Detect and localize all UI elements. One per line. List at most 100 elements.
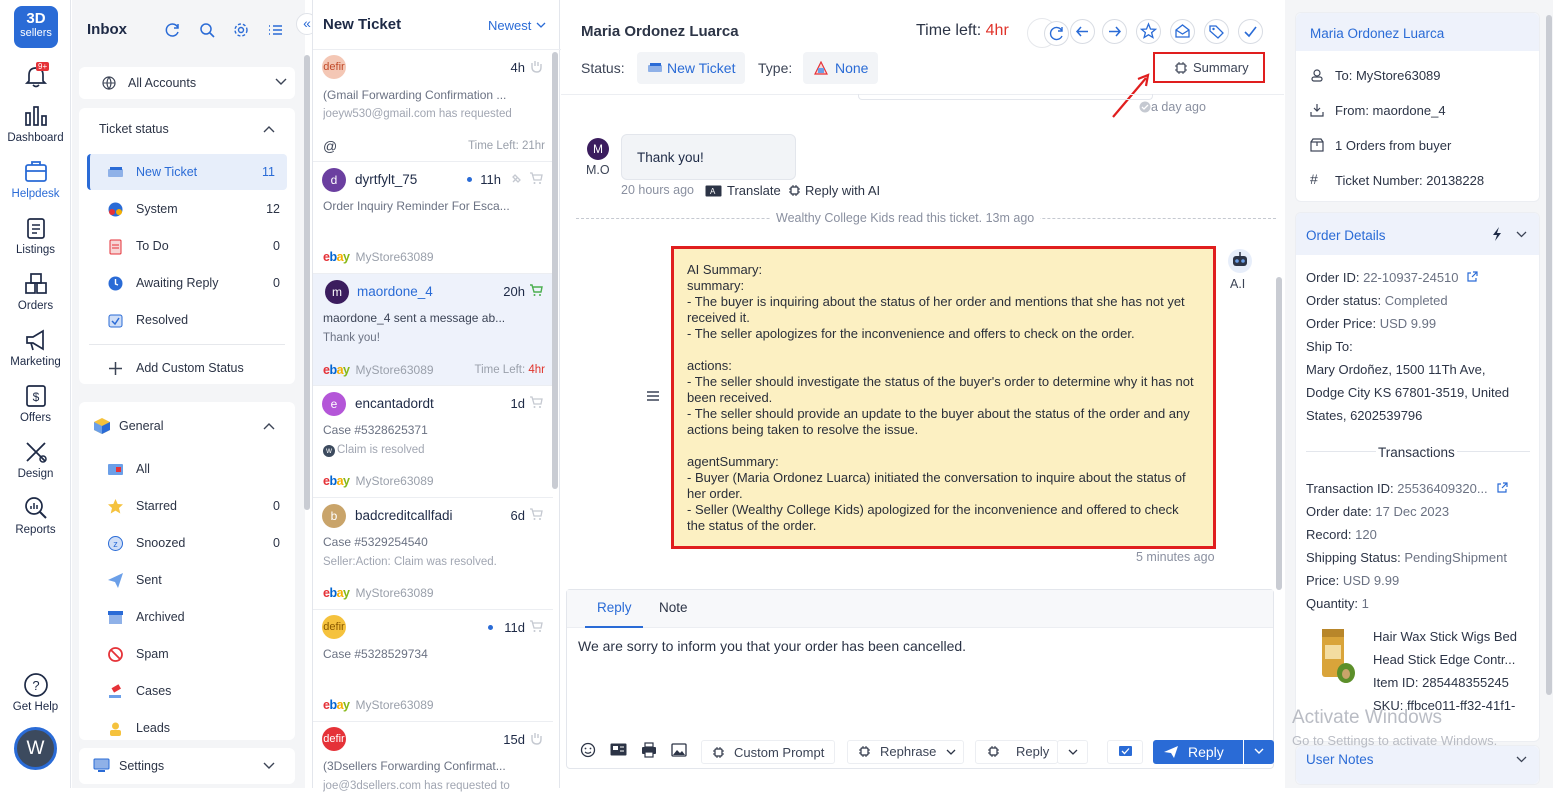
- mark-read-button[interactable]: [1170, 19, 1195, 44]
- ticket-item-selected[interactable]: m maordone_4 20h maordone_4 sent a messa…: [313, 274, 553, 386]
- list-scrollbar[interactable]: [552, 52, 558, 489]
- type-select[interactable]: None: [803, 52, 879, 84]
- chevron-down-icon[interactable]: [1516, 231, 1527, 238]
- ticket-item[interactable]: defir 15d (3Dsellers Forwarding Confirma…: [313, 722, 553, 792]
- external-link-icon[interactable]: [1496, 482, 1508, 494]
- status-new-ticket[interactable]: New Ticket 11: [87, 154, 287, 190]
- sort-select[interactable]: Newest: [488, 18, 531, 33]
- product-title[interactable]: Hair Wax Stick Wigs Bed: [1373, 629, 1517, 644]
- menu-icon[interactable]: [646, 390, 660, 402]
- app-logo[interactable]: 3D sellers: [14, 6, 58, 48]
- rail-offers[interactable]: $ Offers: [0, 383, 71, 424]
- status-awaiting-reply[interactable]: Awaiting Reply 0: [79, 265, 295, 301]
- rail-helpdesk[interactable]: Helpdesk: [0, 159, 71, 200]
- emoji-icon[interactable]: [580, 742, 596, 758]
- send-options-dropdown[interactable]: [1244, 740, 1274, 764]
- rail-marketing[interactable]: Marketing: [0, 327, 71, 368]
- tag-button[interactable]: [1204, 19, 1229, 44]
- chevron-up-icon[interactable]: [263, 422, 275, 430]
- folder-label: Snoozed: [136, 536, 186, 550]
- translate-button[interactable]: A Translate: [705, 183, 781, 198]
- image-icon[interactable]: [671, 742, 687, 758]
- product-thumbnail[interactable]: [1312, 625, 1358, 685]
- folder-starred[interactable]: Starred 0: [79, 488, 295, 524]
- right-panel-scrollbar[interactable]: [1546, 15, 1552, 695]
- rail-orders[interactable]: Orders: [0, 271, 71, 312]
- user-avatar[interactable]: W: [14, 727, 57, 770]
- external-link-icon[interactable]: [1466, 271, 1478, 283]
- ai-reply-dropdown[interactable]: [1057, 740, 1088, 764]
- rail-listings[interactable]: Listings: [0, 215, 71, 256]
- todo-clipboard-icon: [109, 239, 122, 255]
- previous-ticket-button[interactable]: [1070, 19, 1095, 44]
- next-ticket-button[interactable]: [1102, 19, 1127, 44]
- ai-reply-label: Reply: [1016, 744, 1050, 759]
- folder-all[interactable]: All: [79, 451, 295, 487]
- summary-button[interactable]: Summary: [1153, 52, 1265, 83]
- hand-icon: [531, 61, 542, 73]
- read-notice: Wealthy College Kids read this ticket. 1…: [770, 211, 1041, 225]
- user-notes-card[interactable]: User Notes: [1295, 745, 1540, 785]
- folder-archived[interactable]: Archived: [79, 599, 295, 635]
- rail-reports[interactable]: Reports: [0, 495, 71, 536]
- ticket-item[interactable]: e encantadordt 1d Case #5328625371 w Cla…: [313, 386, 553, 498]
- ticket-item[interactable]: b badcreditcallfadi 6d Case #5329254540 …: [313, 498, 553, 610]
- settings-card[interactable]: Settings: [79, 748, 295, 784]
- ticket-item[interactable]: d dyrtfylt_75 11h Order Inquiry Reminder…: [313, 162, 553, 274]
- ticket-item[interactable]: defir 11d Case #5328529734 ebay MyStore63…: [313, 610, 553, 722]
- reply-with-ai-button[interactable]: Reply with AI: [788, 183, 880, 198]
- folder-sent[interactable]: Sent: [79, 562, 295, 598]
- notifications-button[interactable]: 9+: [22, 62, 50, 90]
- custom-prompt-button[interactable]: Custom Prompt: [701, 740, 835, 764]
- arrow-right-icon: [1109, 26, 1122, 37]
- order-details-title[interactable]: Order Details: [1306, 228, 1386, 243]
- ticket-item[interactable]: defir 4h (Gmail Forwarding Confirmation …: [313, 50, 553, 162]
- magnifier-chart-icon: [24, 497, 47, 519]
- conversation-scrollbar[interactable]: [1276, 277, 1282, 590]
- rephrase-button[interactable]: Rephrase: [847, 740, 964, 764]
- status-system[interactable]: System 12: [79, 191, 295, 227]
- type-value: None: [835, 60, 869, 76]
- reply-textarea[interactable]: We are sorry to inform you that your ord…: [578, 638, 966, 654]
- accounts-select[interactable]: All Accounts: [79, 67, 295, 99]
- folder-spam[interactable]: Spam: [79, 636, 295, 672]
- status-to-do[interactable]: To Do 0: [79, 228, 295, 264]
- printer-icon[interactable]: [641, 742, 657, 758]
- note-tab[interactable]: Note: [659, 600, 688, 615]
- list-view-icon[interactable]: [267, 22, 283, 38]
- lightning-icon[interactable]: [1492, 227, 1502, 241]
- folder-leads[interactable]: Leads: [79, 710, 295, 740]
- design-tools-icon: [25, 442, 47, 463]
- star-button[interactable]: [1136, 19, 1161, 44]
- status-resolved[interactable]: Resolved: [79, 302, 295, 338]
- user-icon: [1311, 69, 1323, 82]
- send-reply-button[interactable]: Reply: [1153, 740, 1243, 764]
- nav-scrollbar[interactable]: [304, 55, 310, 510]
- get-help-button[interactable]: ? Get Help: [0, 672, 71, 713]
- windows-activation-hint: Go to Settings to activate Windows.: [1292, 733, 1498, 748]
- order-details-card: Order Details Order ID: 22-10937-24510 O…: [1295, 212, 1540, 742]
- ai-reply-button[interactable]: Reply: [975, 740, 1058, 764]
- customer-name-link[interactable]: Maria Ordonez Luarca: [1310, 26, 1444, 41]
- gear-icon[interactable]: [233, 22, 249, 38]
- ebay-logo: ebay: [323, 698, 350, 712]
- template-card-icon[interactable]: [610, 743, 627, 756]
- folder-label: Sent: [136, 573, 162, 587]
- folder-cases[interactable]: Cases: [79, 673, 295, 709]
- rail-design[interactable]: Design: [0, 439, 71, 480]
- pin-icon[interactable]: [510, 172, 523, 185]
- quick-reply-button[interactable]: [1107, 740, 1143, 764]
- previous-message-edge: [858, 94, 1153, 100]
- add-custom-status-button[interactable]: Add Custom Status: [79, 350, 295, 386]
- resolve-button[interactable]: [1238, 19, 1263, 44]
- reply-tab[interactable]: Reply: [597, 600, 632, 615]
- status-select[interactable]: New Ticket: [637, 52, 746, 84]
- search-icon[interactable]: [199, 22, 215, 38]
- sync-button[interactable]: [1044, 21, 1069, 46]
- rail-dashboard[interactable]: Dashboard: [0, 103, 71, 144]
- folder-snoozed[interactable]: z Snoozed 0: [79, 525, 295, 561]
- chevron-up-icon[interactable]: [263, 125, 275, 133]
- refresh-icon[interactable]: [165, 22, 181, 38]
- orders-count[interactable]: 1 Orders from buyer: [1335, 138, 1451, 153]
- product-title[interactable]: Head Stick Edge Contr...: [1373, 652, 1515, 667]
